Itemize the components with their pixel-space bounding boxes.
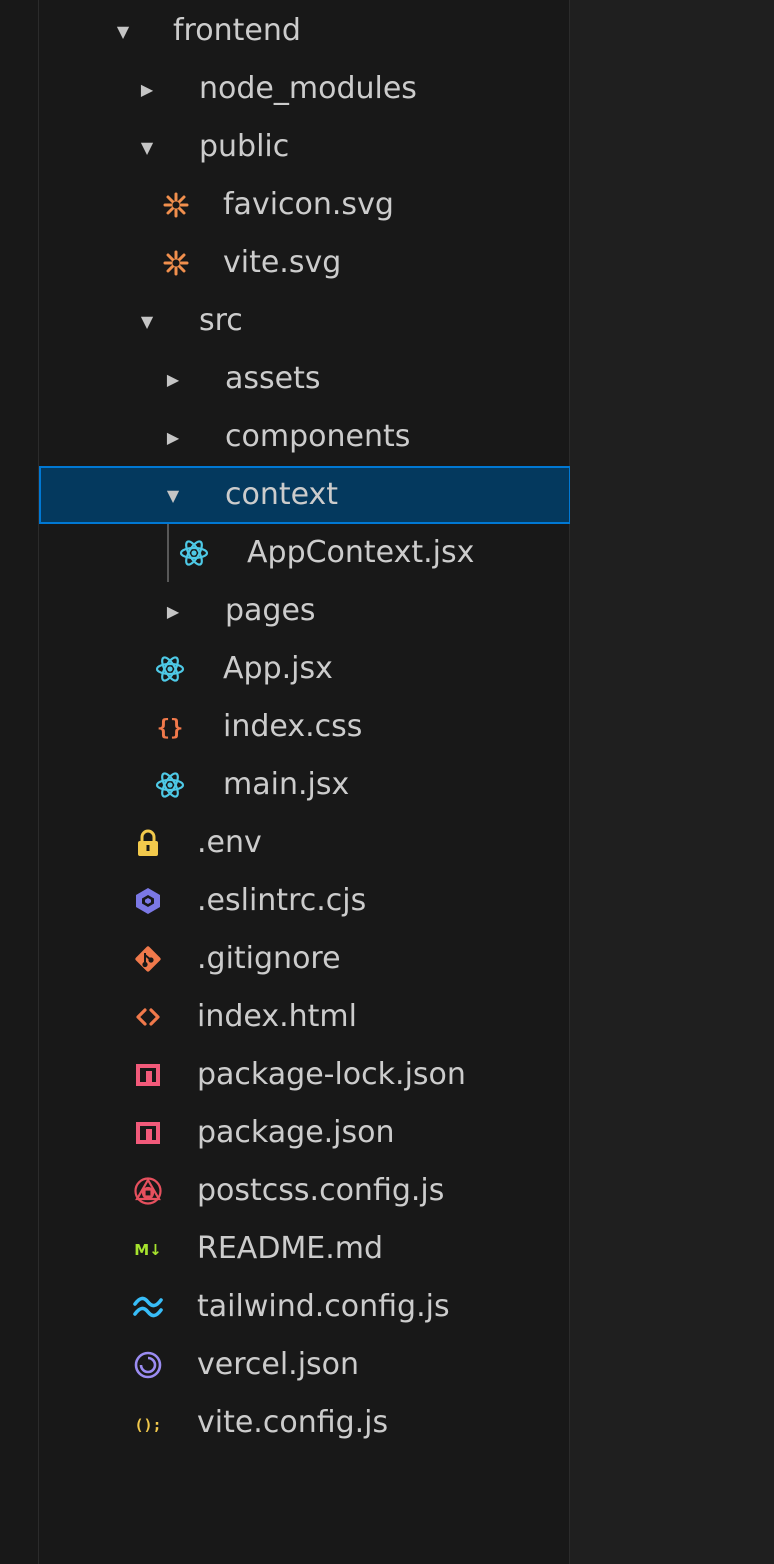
folder-components[interactable]: ▶ components <box>39 408 571 466</box>
js-config-icon: (); <box>133 1408 163 1438</box>
file-gitignore[interactable]: .gitignore <box>39 930 571 988</box>
file-eslintrc-cjs[interactable]: .eslintrc.cjs <box>39 872 571 930</box>
folder-src[interactable]: ▼ src <box>39 292 571 350</box>
svg-text:{}: {} <box>157 716 184 741</box>
file-label: README.md <box>197 1231 384 1266</box>
lock-icon <box>133 828 163 858</box>
explorer-window: ▼ frontend ▶ node_modules ▼ public favicon.sv… <box>0 0 774 1564</box>
file-app-jsx[interactable]: App.jsx <box>39 640 571 698</box>
folder-frontend[interactable]: ▼ frontend <box>39 2 571 60</box>
chevron-down-icon[interactable]: ▼ <box>135 312 159 331</box>
file-label: vercel.json <box>197 1347 360 1382</box>
activity-bar-edge <box>0 0 38 1564</box>
file-label: index.html <box>197 999 357 1034</box>
file-tailwind-config-js[interactable]: tailwind.config.js <box>39 1278 571 1336</box>
folder-node-modules[interactable]: ▶ node_modules <box>39 60 571 118</box>
file-favicon-svg[interactable]: favicon.svg <box>39 176 571 234</box>
file-package-json[interactable]: package.json <box>39 1104 571 1162</box>
markdown-icon: M↓ <box>133 1234 163 1264</box>
folder-public[interactable]: ▼ public <box>39 118 571 176</box>
folder-context[interactable]: ▼ context <box>39 466 571 524</box>
react-icon <box>155 770 185 800</box>
chevron-down-icon[interactable]: ▼ <box>161 486 185 505</box>
file-label: .eslintrc.cjs <box>197 883 367 918</box>
npm-icon <box>133 1060 163 1090</box>
file-label: .gitignore <box>197 941 341 976</box>
editor-area <box>570 0 774 1564</box>
folder-label: node_modules <box>199 71 417 106</box>
folder-label: context <box>225 477 339 512</box>
git-icon <box>133 944 163 974</box>
file-env[interactable]: .env <box>39 814 571 872</box>
svg-file-icon <box>161 248 191 278</box>
folder-assets[interactable]: ▶ assets <box>39 350 571 408</box>
chevron-down-icon[interactable]: ▼ <box>111 22 135 41</box>
chevron-right-icon[interactable]: ▶ <box>161 602 185 621</box>
file-explorer: ▼ frontend ▶ node_modules ▼ public favicon.sv… <box>38 0 571 1564</box>
file-label: favicon.svg <box>223 187 394 222</box>
file-label: index.css <box>223 709 363 744</box>
eslint-icon <box>133 886 163 916</box>
file-vercel-json[interactable]: vercel.json <box>39 1336 571 1394</box>
file-vite-config-js[interactable]: (); vite.config.js <box>39 1394 571 1452</box>
svg-text:();: (); <box>134 1416 161 1434</box>
npm-icon <box>133 1118 163 1148</box>
html-icon <box>133 1002 163 1032</box>
chevron-right-icon[interactable]: ▶ <box>135 80 159 99</box>
file-vite-svg[interactable]: vite.svg <box>39 234 571 292</box>
file-postcss-config-js[interactable]: postcss.config.js <box>39 1162 571 1220</box>
folder-label: assets <box>225 361 321 396</box>
file-label: tailwind.config.js <box>197 1289 450 1324</box>
file-label: main.jsx <box>223 767 350 802</box>
file-label: AppContext.jsx <box>247 535 475 570</box>
folder-label: frontend <box>173 13 301 48</box>
indent-guide <box>167 524 169 582</box>
chevron-down-icon[interactable]: ▼ <box>135 138 159 157</box>
file-main-jsx[interactable]: main.jsx <box>39 756 571 814</box>
file-appcontext-jsx[interactable]: AppContext.jsx <box>39 524 571 582</box>
file-label: postcss.config.js <box>197 1173 445 1208</box>
css-braces-icon: {} <box>155 712 185 742</box>
file-label: package.json <box>197 1115 395 1150</box>
folder-label: components <box>225 419 411 454</box>
file-label: vite.config.js <box>197 1405 389 1440</box>
file-readme-md[interactable]: M↓ README.md <box>39 1220 571 1278</box>
react-icon <box>155 654 185 684</box>
file-tree: ▼ frontend ▶ node_modules ▼ public favicon.sv… <box>39 2 571 1452</box>
chevron-right-icon[interactable]: ▶ <box>161 428 185 447</box>
file-index-css[interactable]: {} index.css <box>39 698 571 756</box>
postcss-icon <box>133 1176 163 1206</box>
file-label: .env <box>197 825 262 860</box>
chevron-right-icon[interactable]: ▶ <box>161 370 185 389</box>
file-label: package-lock.json <box>197 1057 466 1092</box>
file-index-html[interactable]: index.html <box>39 988 571 1046</box>
folder-label: src <box>199 303 243 338</box>
folder-label: public <box>199 129 290 164</box>
react-icon <box>179 538 209 568</box>
file-label: vite.svg <box>223 245 342 280</box>
tailwind-icon <box>133 1292 163 1322</box>
folder-pages[interactable]: ▶ pages <box>39 582 571 640</box>
svg-text:M↓: M↓ <box>134 1241 162 1259</box>
file-package-lock-json[interactable]: package-lock.json <box>39 1046 571 1104</box>
folder-label: pages <box>225 593 316 628</box>
file-label: App.jsx <box>223 651 333 686</box>
svg-file-icon <box>161 190 191 220</box>
vercel-icon <box>133 1350 163 1380</box>
